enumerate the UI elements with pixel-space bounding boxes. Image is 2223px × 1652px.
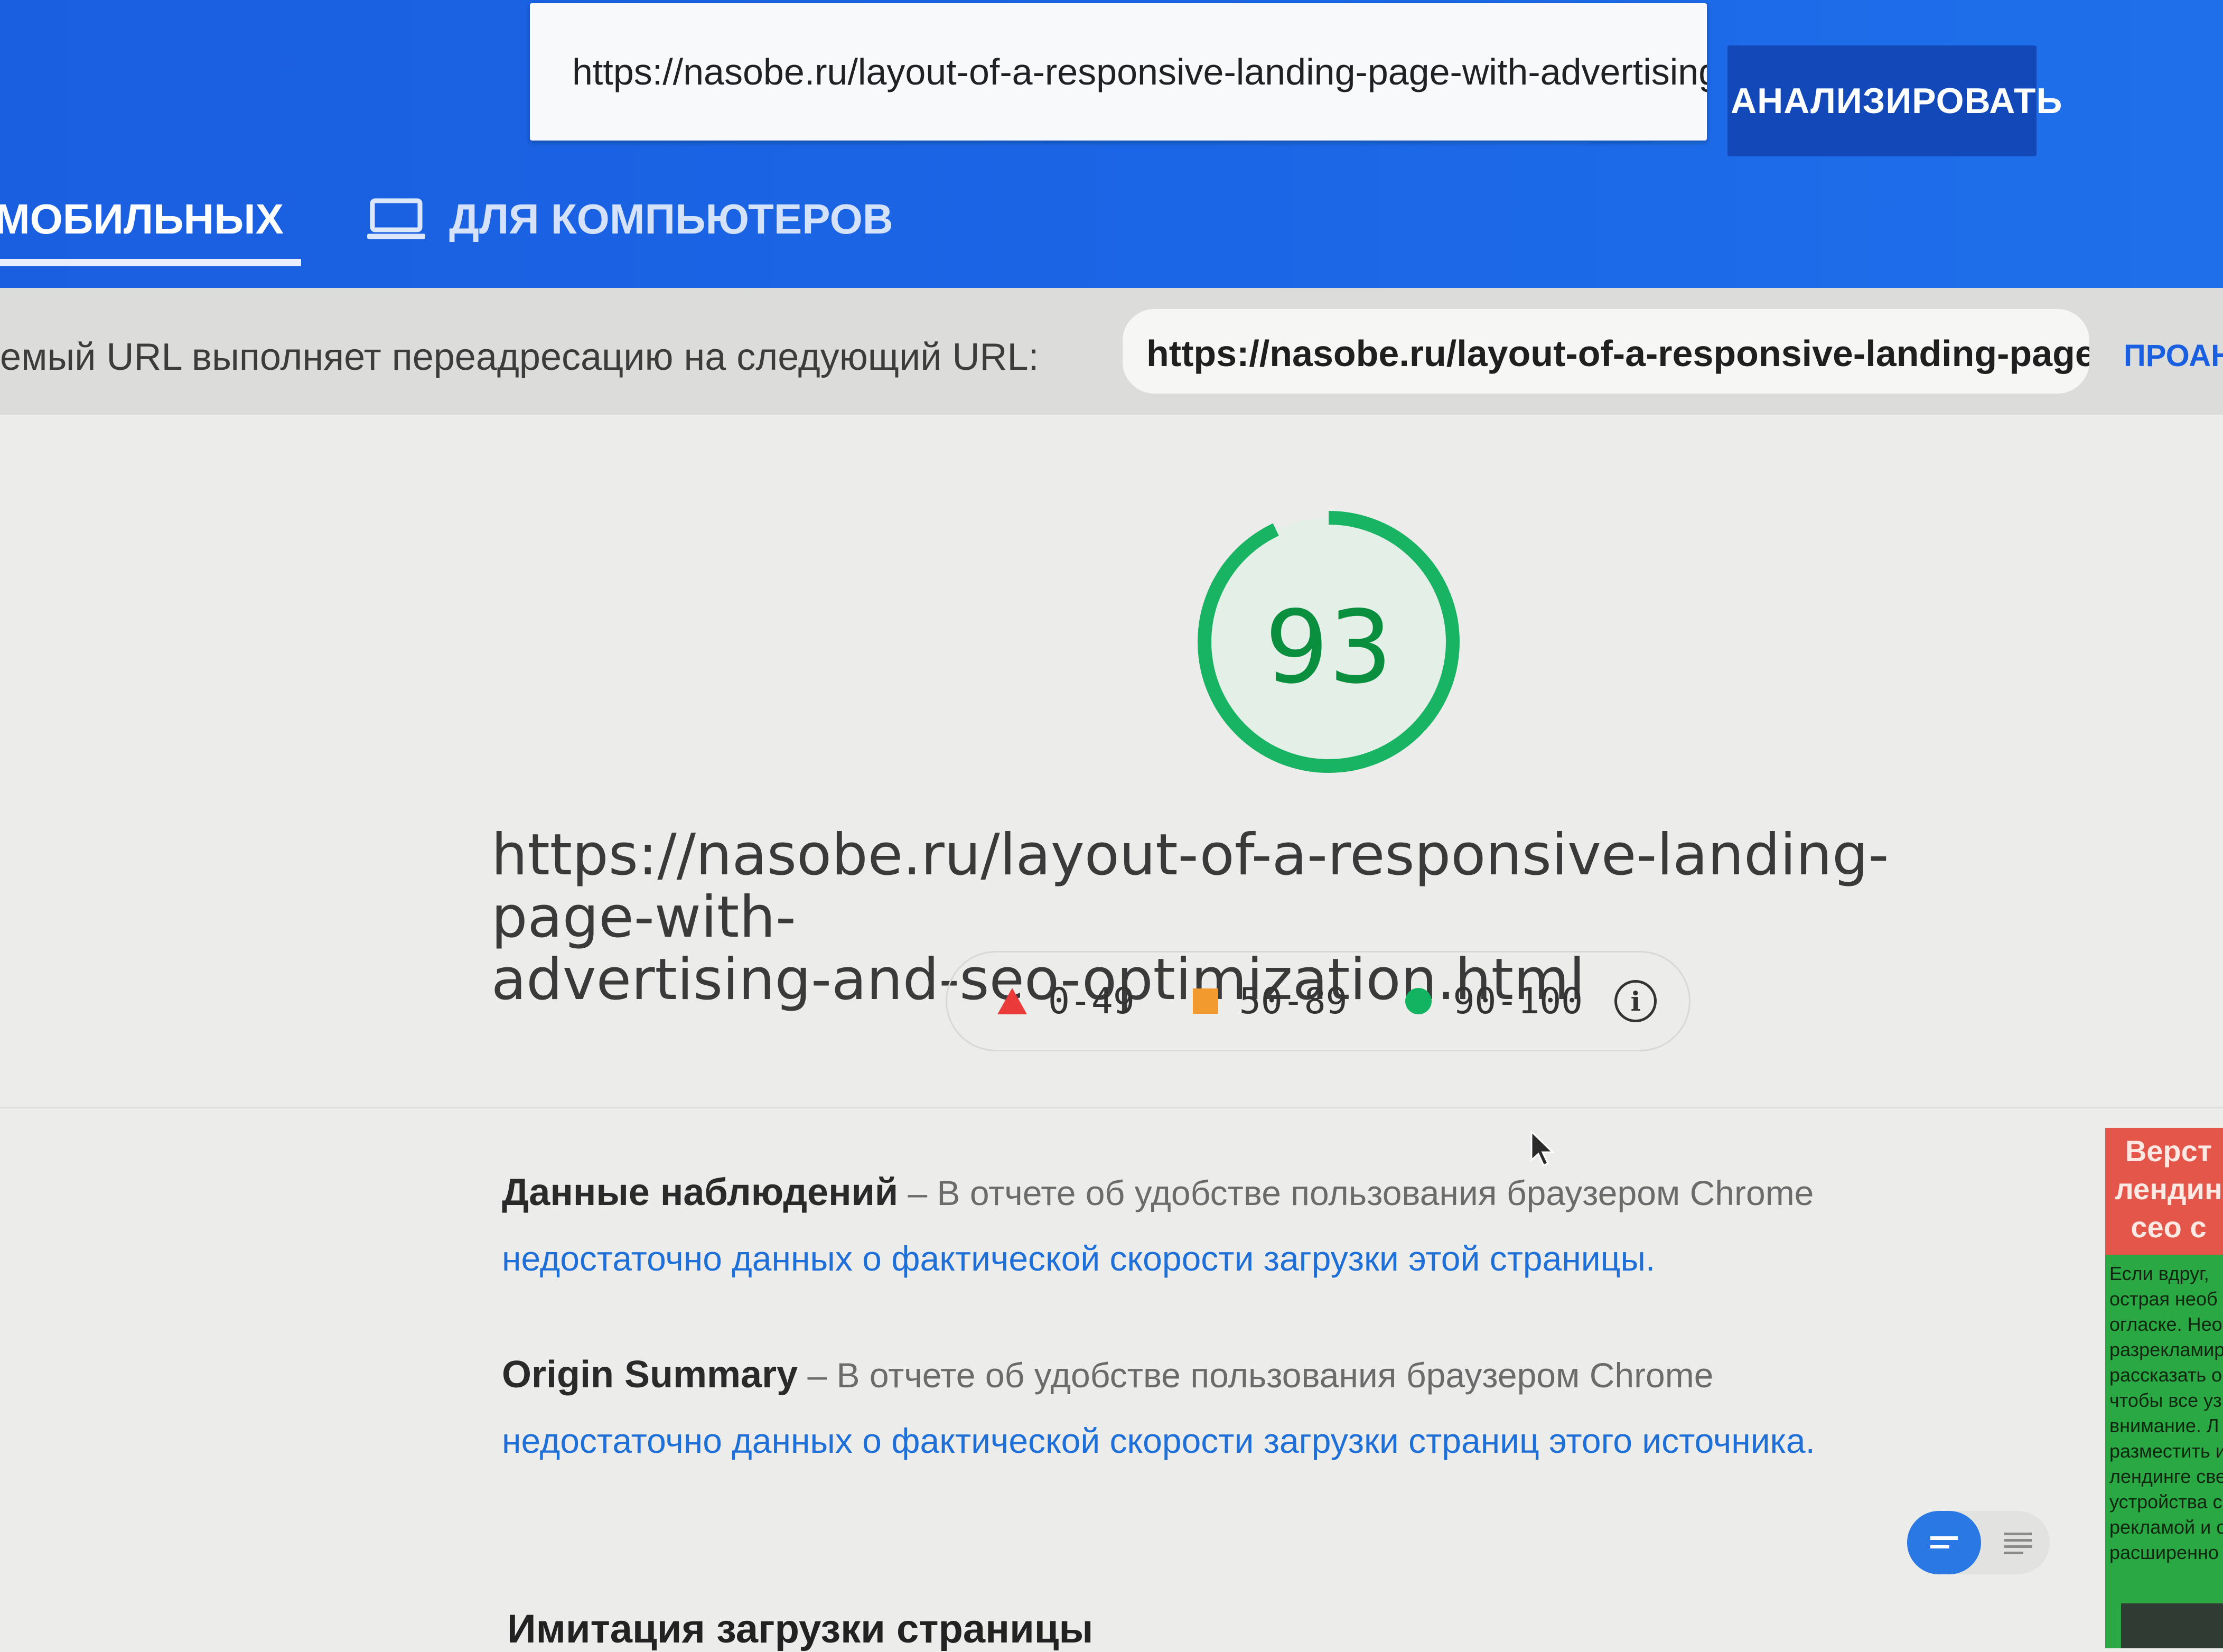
field-data-link[interactable]: недостаточно данных о фактической скорос…	[502, 1239, 1655, 1278]
square-icon	[1192, 988, 1218, 1014]
redirect-notice: емый URL выполняет переадресацию на след…	[0, 288, 2223, 415]
tab-desktop[interactable]: ДЛЯ КОМПЬЮТЕРОВ	[365, 166, 893, 272]
triangle-icon	[997, 988, 1027, 1014]
divider	[0, 1107, 2223, 1108]
legend-label-fail: 0-49	[1048, 980, 1135, 1022]
legend-item-average: 50-89	[1192, 980, 1348, 1022]
lab-data-title: Имитация загрузки страницы	[507, 1607, 1094, 1651]
legend-item-fail: 0-49	[997, 981, 1135, 1022]
origin-summary-title: Origin Summary	[502, 1354, 798, 1396]
url-input[interactable]	[530, 3, 1707, 141]
origin-summary-section: Origin Summary – В отчете об удобстве по…	[502, 1342, 1928, 1473]
reanalyze-link[interactable]: ПРОАНА	[2124, 338, 2223, 374]
ad-image	[2121, 1603, 2223, 1648]
circle-icon	[1405, 988, 1432, 1014]
active-tab-indicator	[0, 259, 301, 266]
tab-mobile[interactable]: МОБИЛЬНЫХ	[0, 166, 301, 272]
tab-desktop-label: ДЛЯ КОМПЬЮТЕРОВ	[449, 195, 893, 242]
origin-summary-description: – В отчете об удобстве пользования брауз…	[807, 1356, 1714, 1395]
header: АНАЛИЗИРОВАТЬ МОБИЛЬНЫХ ДЛЯ КОМПЬЮТЕРОВ	[0, 0, 2223, 288]
legend-label-pass: 90-100	[1453, 980, 1583, 1022]
performance-score: 93	[1265, 589, 1393, 706]
field-data-description: – В отчете об удобстве пользования брауз…	[908, 1173, 1814, 1212]
tab-mobile-label: МОБИЛЬНЫХ	[0, 195, 284, 242]
ad-title: Верст лендин сео с	[2105, 1128, 2223, 1255]
compact-view-button[interactable]	[1907, 1511, 1981, 1574]
redirect-text: емый URL выполняет переадресацию на след…	[0, 336, 1039, 378]
view-toggle	[1907, 1511, 2050, 1574]
score-legend: 0-49 50-89 90-100 i	[946, 951, 1690, 1051]
field-data-title: Данные наблюдений	[502, 1171, 899, 1214]
compact-view-icon	[1930, 1536, 1958, 1548]
info-icon[interactable]: i	[1614, 980, 1657, 1022]
mouse-cursor-icon	[1530, 1131, 1555, 1167]
list-view-icon	[2004, 1533, 2032, 1554]
legend-item-pass: 90-100	[1405, 981, 1583, 1022]
origin-summary-link[interactable]: недостаточно данных о фактической скорос…	[502, 1421, 1815, 1460]
laptop-icon	[367, 198, 425, 239]
ad-body: Если вдруг, острая необ огласке. Нео раз…	[2109, 1263, 2223, 1563]
side-advertisement[interactable]: Верст лендин сео с Если вдруг, острая не…	[2105, 1128, 2223, 1648]
analyze-button[interactable]: АНАЛИЗИРОВАТЬ	[1727, 45, 2062, 156]
redirect-url: https://nasobe.ru/layout-of-a-responsive…	[1123, 309, 2089, 394]
analyzed-url-line-1: https://nasobe.ru/layout-of-a-responsive…	[491, 822, 1889, 950]
legend-label-average: 50-89	[1239, 980, 1348, 1022]
expanded-view-button[interactable]	[1986, 1511, 2050, 1574]
field-data-section: Данные наблюдений – В отчете об удобстве…	[502, 1160, 1928, 1291]
